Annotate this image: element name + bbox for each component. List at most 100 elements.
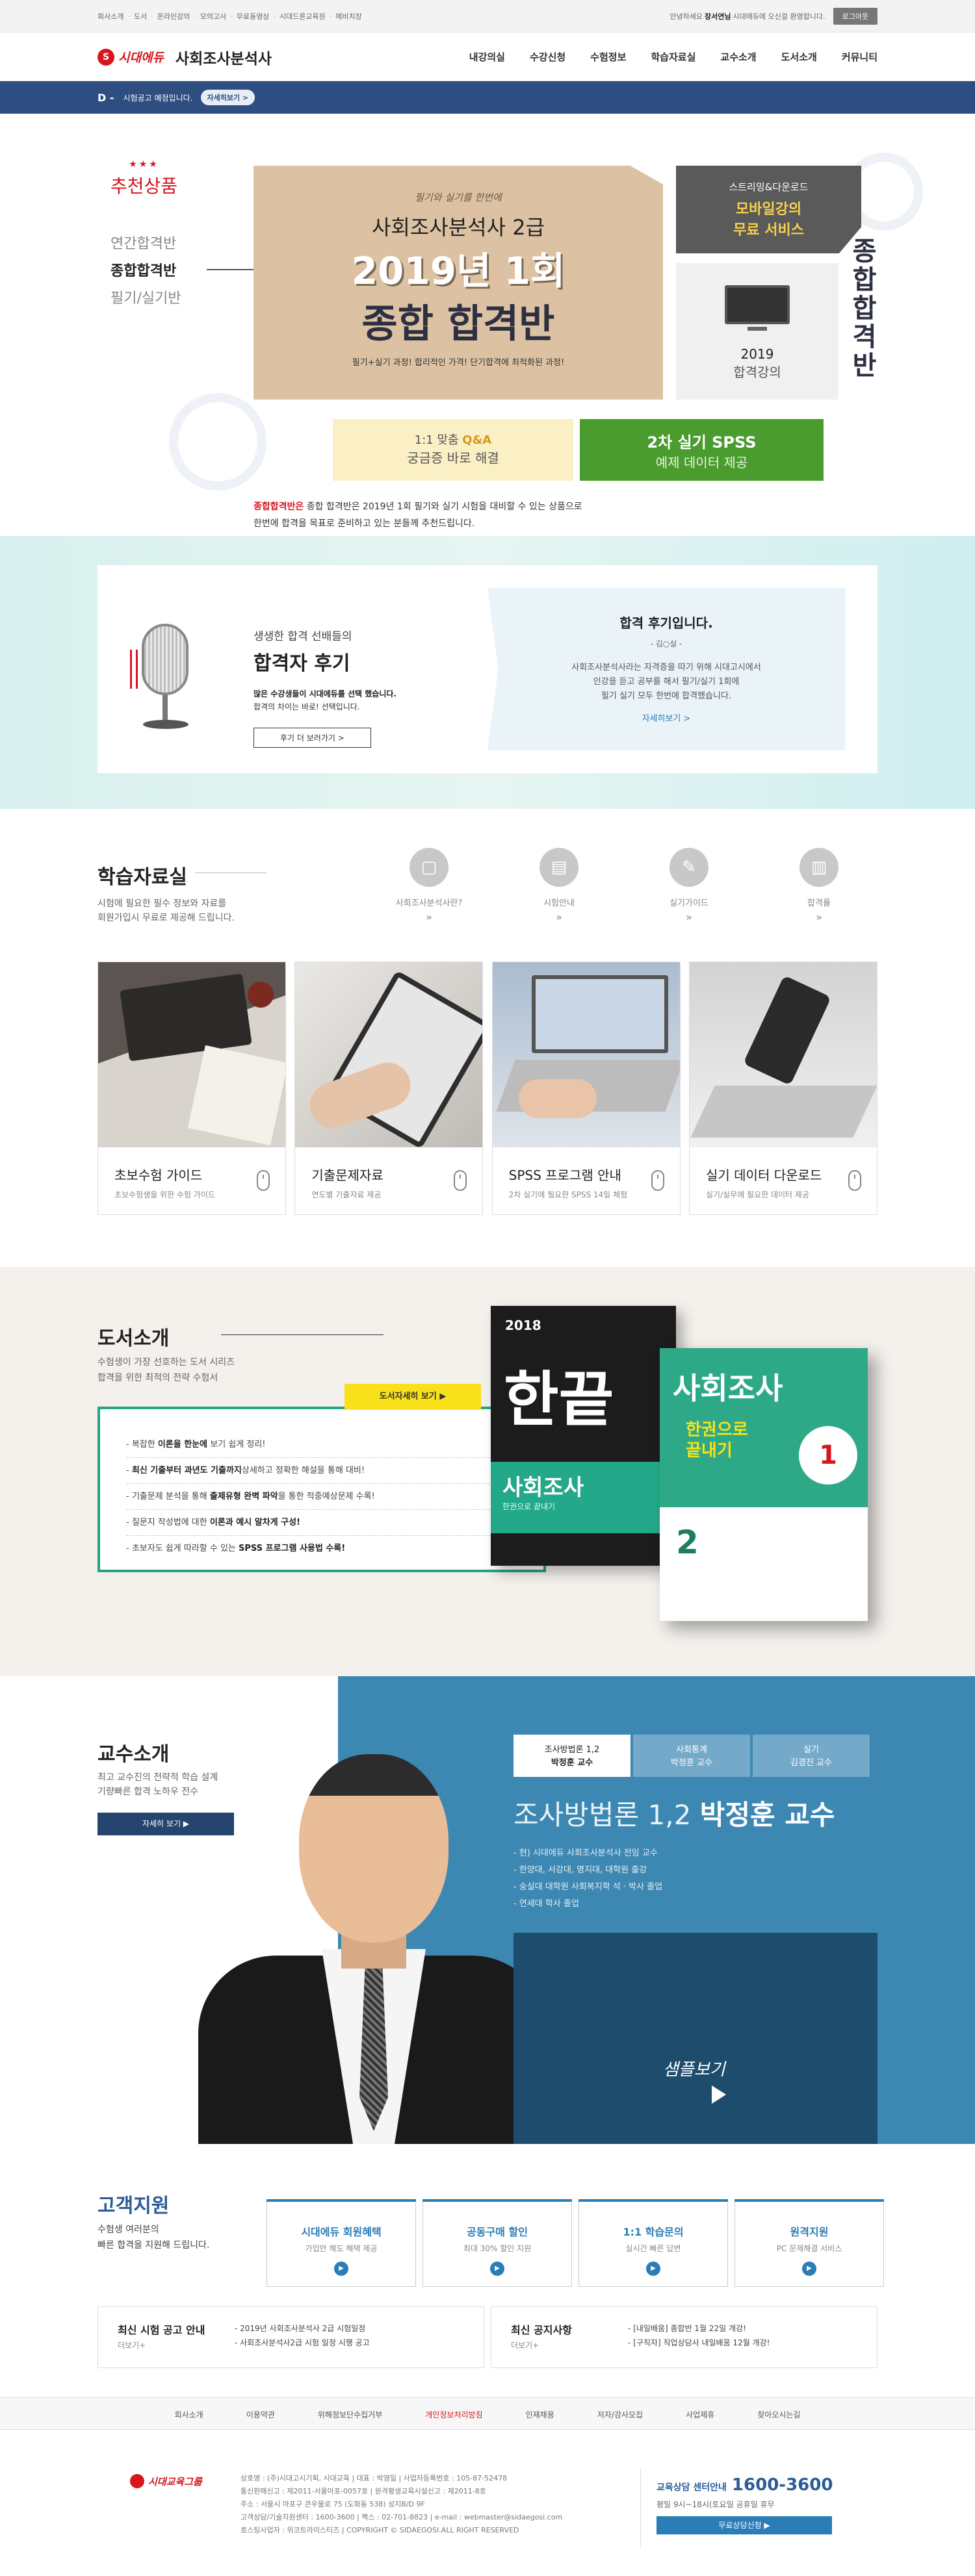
review-detail-link[interactable]: 자세히보기 > (488, 711, 845, 724)
welcome-message: 안녕하세요 장서연님 시대에듀에 오신걸 환영합니다. 로그아웃 (670, 8, 878, 25)
footer-link[interactable]: 회사소개 (175, 2409, 203, 2420)
section-desc-line: 수험생 여러분의 (98, 2225, 159, 2235)
quicklink-exam-guide[interactable]: ▤ 시험안내 » (494, 848, 624, 923)
footer-link[interactable]: 사업제휴 (686, 2409, 714, 2420)
phone-shape (743, 975, 831, 1086)
more-link[interactable]: 더보기+ (118, 2340, 146, 2351)
brand-logo[interactable]: S 시대에듀 (98, 48, 164, 66)
nav-item-classroom[interactable]: 내강의실 (469, 50, 505, 64)
section-title: 학습자료실 (98, 866, 187, 889)
list-item: - 현) 시대에듀 사회조사분석사 전임 교수 (514, 1848, 658, 1858)
hero-desc-bold: 종합합격반은 (254, 502, 304, 512)
footer-link[interactable]: 인재채용 (526, 2409, 554, 2420)
list-item[interactable]: - [구직자] 직업상담사 내일배움 12월 개강! (628, 2336, 770, 2350)
util-link[interactable]: 온라인강의 (157, 11, 196, 21)
spss-card[interactable]: 2차 실기 SPSS 예제 데이터 제공 (580, 419, 824, 481)
nav-item-community[interactable]: 커뮤니티 (842, 50, 878, 64)
util-link[interactable]: 도서 (134, 11, 153, 21)
support-card-desc: 가입만 해도 혜택 제공 (305, 2244, 378, 2253)
professor-name: 조사방법론 1,2 박정훈 교수 (514, 1793, 835, 1833)
util-link[interactable]: 회사소개 (98, 11, 130, 21)
footer-link[interactable]: 이용약관 (246, 2409, 275, 2420)
cs-hours: 평일 9시~18시(토요일 공휴일 휴무 (656, 2500, 775, 2509)
nav-item-study-materials[interactable]: 학습자료실 (651, 50, 696, 64)
list-item: - 복잡한 이론을 한눈에 보기 쉽게 정리! (126, 1432, 490, 1458)
nav-item-professors[interactable]: 교수소개 (720, 50, 756, 64)
pass-lecture-card[interactable]: 2019 합격강의 (676, 263, 838, 400)
util-link[interactable]: 에비치장 (335, 11, 361, 21)
study-card-data-download[interactable]: 실기 데이터 다운로드 실기/실무에 필요한 데이터 제공 (688, 962, 878, 1215)
list-item[interactable]: - 2019년 사회조사분석사 2급 시험일정 (235, 2321, 370, 2336)
section-title: 고객지원 (98, 2195, 170, 2217)
play-icon[interactable] (712, 2085, 726, 2104)
util-link[interactable]: 시대드론교육원 (280, 11, 332, 21)
footer-logo-text: 시대교육그룹 (148, 2475, 202, 2488)
qa-pre: 1:1 맞춤 (414, 433, 459, 447)
books-section: 도서소개 수험생이 가장 선호하는 도서 시리즈 합격을 위한 최적의 전략 수… (0, 1267, 975, 1676)
logo-mark-icon: S (98, 48, 114, 66)
list-item[interactable]: - [내일배움] 종합반 1월 22일 개강! (628, 2321, 770, 2336)
mic-stand (162, 695, 168, 721)
list-item[interactable]: - 사회조사분석사2급 시험 일정 시행 공고 (235, 2336, 370, 2350)
footer-link[interactable]: 찾아오시는길 (757, 2409, 800, 2420)
recommend-item[interactable]: 연간합격반 (110, 231, 181, 258)
book-cover-subject: 사회조사 (673, 1371, 783, 1406)
feature-bold: 이론을 한눈에 (157, 1440, 208, 1449)
tab-social-statistics[interactable]: 사회통계 박정훈 교수 (633, 1735, 750, 1777)
study-card-past-exams[interactable]: 기출문제자료 연도별 기출자료 제공 (294, 962, 484, 1215)
study-card-beginner[interactable]: 초보수험 가이드 초보수험생을 위한 수험 가이드 (98, 962, 286, 1215)
util-link[interactable]: 무료동영상 (237, 11, 276, 21)
hero-section: ★★★ 추천상품 연간합격반 종합합격반 필기/실기반 필기와 실기를 한번에 … (0, 114, 975, 536)
support-card-remote[interactable]: 원격지원 PC 문제해결 서비스 ▶ (734, 2199, 884, 2287)
phone-photo (689, 962, 877, 1147)
lecture-year: 2019 (740, 346, 774, 362)
rank-badge: 1 (799, 1426, 857, 1485)
more-reviews-button[interactable]: 후기 더 보러가기 > (254, 728, 371, 748)
site-name[interactable]: 사회조사분석사 (176, 46, 272, 68)
support-card-inquiry[interactable]: 1:1 학습문의 실시간 빠른 답변 ▶ (578, 2199, 728, 2287)
sample-video-player[interactable]: 샘플보기 (514, 1933, 878, 2144)
util-link[interactable]: 모의고사 (200, 11, 233, 21)
book-cover-practical[interactable]: 사회조사 한권으로 끝내기 1 2 (660, 1348, 868, 1621)
main-promo-card[interactable]: 필기와 실기를 한번에 사회조사분석사 2급 2019년 1회 종합 합격반 필… (254, 166, 663, 400)
logout-button[interactable]: 로그아웃 (833, 8, 878, 25)
qa-card[interactable]: 1:1 맞춤 Q&A 궁금증 바로 해결 (333, 419, 573, 481)
latest-notice-box: 최신 공지사항 더보기+ - [내일배움] 종합반 1월 22일 개강! - [… (491, 2306, 878, 2368)
quicklink-practical-guide[interactable]: ✎ 실기가이드 » (624, 848, 754, 923)
document-icon: ▢ (410, 848, 448, 887)
notice-more-button[interactable]: 자세히보기 > (200, 90, 255, 105)
recommend-item-active[interactable]: 종합합격반 (110, 258, 181, 285)
quicklink-pass-rate[interactable]: ▥ 합격률 » (754, 848, 884, 923)
mobile-lecture-card[interactable]: 스트리밍&다운로드 모바일강의 무료 서비스 (676, 166, 861, 253)
recommend-item[interactable]: 필기/실기반 (110, 285, 181, 312)
more-link[interactable]: 더보기+ (511, 2340, 539, 2351)
nav-item-exam-info[interactable]: 수험정보 (590, 50, 626, 64)
tab-research-methods[interactable]: 조사방법론 1,2 박정훈 교수 (514, 1735, 630, 1777)
double-chevron-icon: » (556, 911, 562, 923)
support-card-desc: 실시간 빠른 답변 (625, 2244, 681, 2253)
footer-link[interactable]: 저자/강사모집 (597, 2409, 643, 2420)
tab-practical[interactable]: 실기 김경진 교수 (753, 1735, 870, 1777)
nav-item-books[interactable]: 도서소개 (781, 50, 817, 64)
support-card-group-buy[interactable]: 공동구매 할인 최대 30% 할인 지원 ▶ (422, 2199, 572, 2287)
card-title: SPSS 프로그램 안내 (508, 1167, 621, 1183)
book-cover-sub: 한권으로 끝내기 (686, 1420, 748, 1461)
review-bubble[interactable]: 합격 후기입니다. - 김○실 - 사회조사분석사라는 자격증을 따기 위해 시… (488, 588, 845, 750)
free-consultation-button[interactable]: 무료상담신청 ▶ (656, 2516, 832, 2534)
quicklink-about-exam[interactable]: ▢ 사회조사분석사란? » (364, 848, 494, 923)
feature-bold: 최신 기출부터 과년도 기출까지 (131, 1466, 242, 1475)
nav-item-enroll[interactable]: 수강신청 (530, 50, 566, 64)
support-card-membership[interactable]: 시대에듀 회원혜택 가입만 해도 혜택 제공 ▶ (266, 2199, 416, 2287)
book-detail-button[interactable]: 도서자세히 보기 ▶ (344, 1384, 481, 1410)
feature-text: - 질문지 작성법에 대한 (126, 1518, 210, 1527)
site-header: S 시대에듀 사회조사분석사 내강의실 수강신청 수험정보 학습자료실 교수소개… (0, 32, 975, 81)
cs-label: 교육상담 센터안내 (656, 2482, 727, 2493)
clipboard-icon: ▤ (540, 848, 578, 887)
footer-link[interactable]: 위해정보단수집거부 (318, 2409, 382, 2420)
exam-notice-box: 최신 시험 공고 안내 더보기+ - 2019년 사회조사분석사 2급 시험일정… (98, 2306, 484, 2368)
tab-subject: 사회통계 (676, 1745, 707, 1755)
footer-link-privacy[interactable]: 개인정보처리방침 (425, 2409, 482, 2420)
study-card-spss[interactable]: SPSS 프로그램 안내 2차 실기에 필요한 SPSS 14일 체험 (491, 962, 681, 1215)
review-title: 합격자 후기 (254, 652, 350, 675)
book-cover-hankkeut[interactable]: 2018 한끝 사회조사 한권으로 끝내기 (491, 1306, 676, 1566)
